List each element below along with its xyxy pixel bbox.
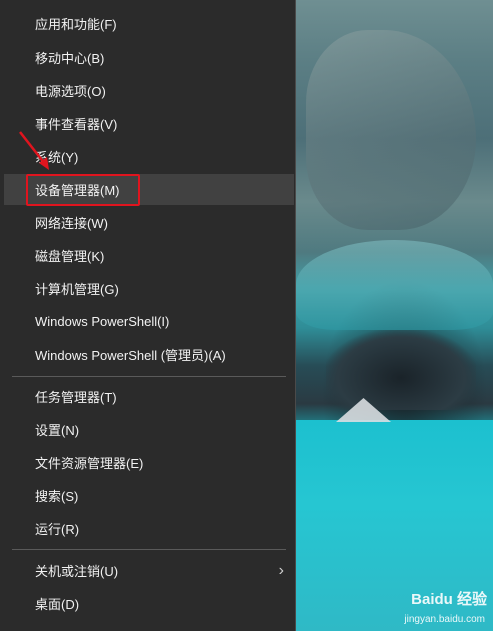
menu-item-label: 磁盘管理(K) — [35, 249, 105, 264]
menu-item-label: Windows PowerShell(I) — [35, 314, 170, 329]
watermark-brand: Baidu 经验 — [411, 591, 487, 608]
desktop-wallpaper: Baidu 经验 jingyan.baidu.com — [296, 0, 493, 631]
menu-item-label: 应用和功能(F) — [35, 17, 117, 32]
menu-item-mobility-center[interactable]: 移动中心(B) — [4, 42, 294, 73]
menu-item-label: 文件资源管理器(E) — [35, 456, 144, 471]
menu-item-run[interactable]: 运行(R) — [4, 513, 294, 544]
menu-item-powershell-admin[interactable]: Windows PowerShell (管理员)(A) — [4, 339, 294, 370]
wallpaper-rock — [306, 30, 476, 230]
menu-item-label: 搜索(S) — [35, 489, 79, 504]
menu-item-label: 网络连接(W) — [35, 216, 108, 231]
menu-item-settings[interactable]: 设置(N) — [4, 414, 294, 445]
wallpaper-cave — [326, 330, 476, 410]
menu-item-desktop[interactable]: 桌面(D) — [4, 588, 294, 619]
menu-item-shutdown-signout[interactable]: 关机或注销(U) › — [4, 555, 294, 586]
menu-item-search[interactable]: 搜索(S) — [4, 480, 294, 511]
menu-item-label: 计算机管理(G) — [35, 282, 119, 297]
menu-item-label: 设置(N) — [35, 423, 80, 438]
highlight-box — [26, 174, 140, 206]
menu-item-label: 移动中心(B) — [35, 51, 105, 66]
menu-separator — [12, 549, 286, 550]
menu-item-label: 运行(R) — [35, 522, 80, 537]
menu-item-label: 电源选项(O) — [35, 84, 106, 99]
menu-item-label: 任务管理器(T) — [35, 390, 117, 405]
winx-context-menu: 应用和功能(F) 移动中心(B) 电源选项(O) 事件查看器(V) 系统(Y) … — [0, 0, 296, 631]
annotation-arrow-icon — [19, 131, 49, 170]
wallpaper-rock-ledge — [296, 240, 493, 330]
chevron-right-icon: › — [278, 561, 284, 579]
menu-item-power-options[interactable]: 电源选项(O) — [4, 75, 294, 106]
menu-item-apps-features[interactable]: 应用和功能(F) — [4, 8, 294, 39]
menu-item-computer-management[interactable]: 计算机管理(G) — [4, 273, 294, 304]
menu-item-file-explorer[interactable]: 文件资源管理器(E) — [4, 447, 294, 478]
menu-item-label: 桌面(D) — [35, 597, 80, 612]
menu-item-label: Windows PowerShell (管理员)(A) — [35, 348, 226, 363]
menu-separator — [12, 376, 286, 377]
menu-item-disk-management[interactable]: 磁盘管理(K) — [4, 240, 294, 271]
menu-item-network-connections[interactable]: 网络连接(W) — [4, 207, 294, 238]
menu-item-task-manager[interactable]: 任务管理器(T) — [4, 381, 294, 412]
menu-item-powershell[interactable]: Windows PowerShell(I) — [4, 306, 294, 337]
watermark-url: jingyan.baidu.com — [404, 614, 485, 625]
menu-item-label: 关机或注销(U) — [35, 564, 119, 579]
